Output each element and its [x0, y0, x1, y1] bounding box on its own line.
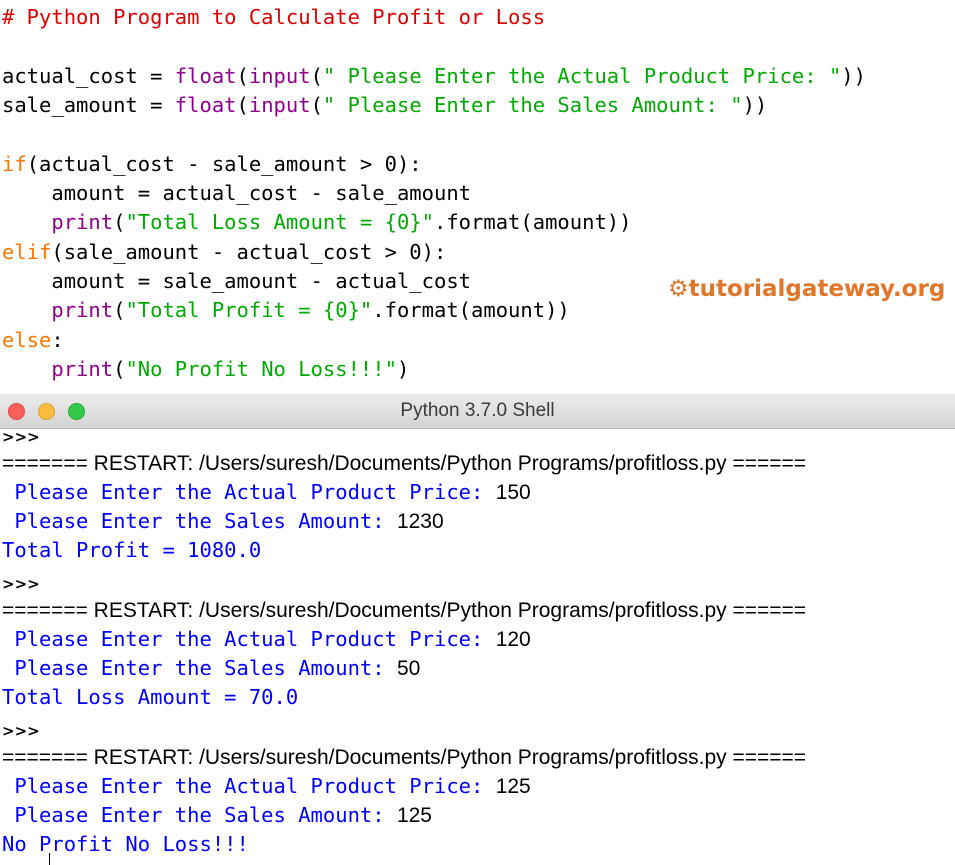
window-title: Python 3.7.0 Shell	[0, 394, 955, 428]
code-text: (actual_cost - sale_amount > 0):	[27, 152, 422, 176]
shell-output[interactable]: >>> ======= RESTART: /Users/suresh/Docum…	[0, 429, 955, 865]
code-text: ))	[841, 64, 866, 88]
code-line-8: print("Total Loss Amount = {0}".format(a…	[2, 208, 631, 237]
code-keyword: else	[2, 328, 51, 352]
prompt-text: Please Enter the Actual Product Price:	[2, 774, 496, 798]
code-text: (sale_amount - actual_cost > 0):	[51, 240, 446, 264]
code-text: (	[113, 210, 125, 234]
code-builtin: print	[51, 357, 113, 381]
user-input-value: 125	[496, 775, 531, 798]
code-text: (	[113, 298, 125, 322]
code-text: :	[51, 328, 63, 352]
user-input-value: 1230	[397, 510, 444, 533]
code-builtin: float	[175, 93, 237, 117]
code-text: ))	[743, 93, 768, 117]
code-line-11: print("Total Profit = {0}".format(amount…	[2, 296, 570, 325]
input-prompt-line: Please Enter the Actual Product Price: 1…	[2, 625, 531, 654]
code-line-6: if(actual_cost - sale_amount > 0):	[2, 150, 422, 179]
input-prompt-line: Please Enter the Sales Amount: 1230	[2, 507, 444, 536]
prompt-text: Please Enter the Sales Amount:	[2, 803, 397, 827]
input-prompt-line: Please Enter the Actual Product Price: 1…	[2, 478, 531, 507]
prompt-text: Please Enter the Actual Product Price:	[2, 627, 496, 651]
code-line-9: elif(sale_amount - actual_cost > 0):	[2, 238, 446, 267]
code-string: "Total Profit = {0}"	[125, 298, 372, 322]
user-input-value: 150	[496, 481, 531, 504]
text-cursor	[49, 853, 50, 865]
code-editor[interactable]: # Python Program to Calculate Profit or …	[0, 0, 955, 394]
gear-icon: ⚙	[668, 276, 689, 302]
user-input-value: 125	[397, 804, 432, 827]
code-text: (	[113, 357, 125, 381]
prompt-text: Please Enter the Sales Amount:	[2, 509, 397, 533]
watermark-text: tutorialgateway.org	[689, 276, 946, 302]
code-line-4: sale_amount = float(input(" Please Enter…	[2, 91, 767, 120]
code-builtin: print	[51, 298, 113, 322]
code-line-3: actual_cost = float(input(" Please Enter…	[2, 62, 866, 91]
code-indent	[2, 210, 51, 234]
code-line-12: else:	[2, 326, 64, 355]
code-line-10: amount = sale_amount - actual_cost	[2, 267, 471, 296]
shell-title-bar[interactable]: Python 3.7.0 Shell	[0, 394, 955, 429]
code-builtin: input	[249, 93, 311, 117]
code-keyword: if	[2, 152, 27, 176]
code-line-13: print("No Profit No Loss!!!")	[2, 355, 409, 384]
code-comment: # Python Program to Calculate Profit or …	[2, 5, 545, 29]
input-prompt-line: Please Enter the Sales Amount: 50	[2, 654, 420, 683]
prompt-text: Please Enter the Actual Product Price:	[2, 480, 496, 504]
code-string: "Total Loss Amount = {0}"	[125, 210, 434, 234]
code-text: (	[237, 64, 249, 88]
code-text: (	[311, 93, 323, 117]
input-prompt-line: Please Enter the Sales Amount: 125	[2, 801, 432, 830]
user-input-value: 50	[397, 657, 420, 680]
code-text: (	[237, 93, 249, 117]
code-builtin: float	[175, 64, 237, 88]
code-indent	[2, 357, 51, 381]
code-text: )	[397, 357, 409, 381]
code-text: (	[311, 64, 323, 88]
watermark-logo: ⚙tutorialgateway.org	[668, 276, 945, 302]
code-builtin: print	[51, 210, 113, 234]
result-output: No Profit No Loss!!!	[2, 830, 249, 859]
restart-banner: ======= RESTART: /Users/suresh/Documents…	[2, 596, 806, 625]
result-output: Total Profit = 1080.0	[2, 536, 261, 565]
code-indent	[2, 298, 51, 322]
code-string: " Please Enter the Actual Product Price:…	[323, 64, 841, 88]
code-text: actual_cost =	[2, 64, 175, 88]
code-text: .format(amount))	[434, 210, 631, 234]
result-output: Total Loss Amount = 70.0	[2, 683, 298, 712]
code-text: sale_amount =	[2, 93, 175, 117]
code-line-1: # Python Program to Calculate Profit or …	[2, 3, 545, 32]
code-string: "No Profit No Loss!!!"	[125, 357, 397, 381]
code-string: " Please Enter the Sales Amount: "	[323, 93, 743, 117]
input-prompt-line: Please Enter the Actual Product Price: 1…	[2, 772, 531, 801]
code-builtin: input	[249, 64, 311, 88]
code-keyword: elif	[2, 240, 51, 264]
code-line-7: amount = actual_cost - sale_amount	[2, 179, 471, 208]
code-text: .format(amount))	[372, 298, 569, 322]
prompt-text: Please Enter the Sales Amount:	[2, 656, 397, 680]
user-input-value: 120	[496, 628, 531, 651]
restart-banner: ======= RESTART: /Users/suresh/Documents…	[2, 743, 806, 772]
restart-banner: ======= RESTART: /Users/suresh/Documents…	[2, 449, 806, 478]
